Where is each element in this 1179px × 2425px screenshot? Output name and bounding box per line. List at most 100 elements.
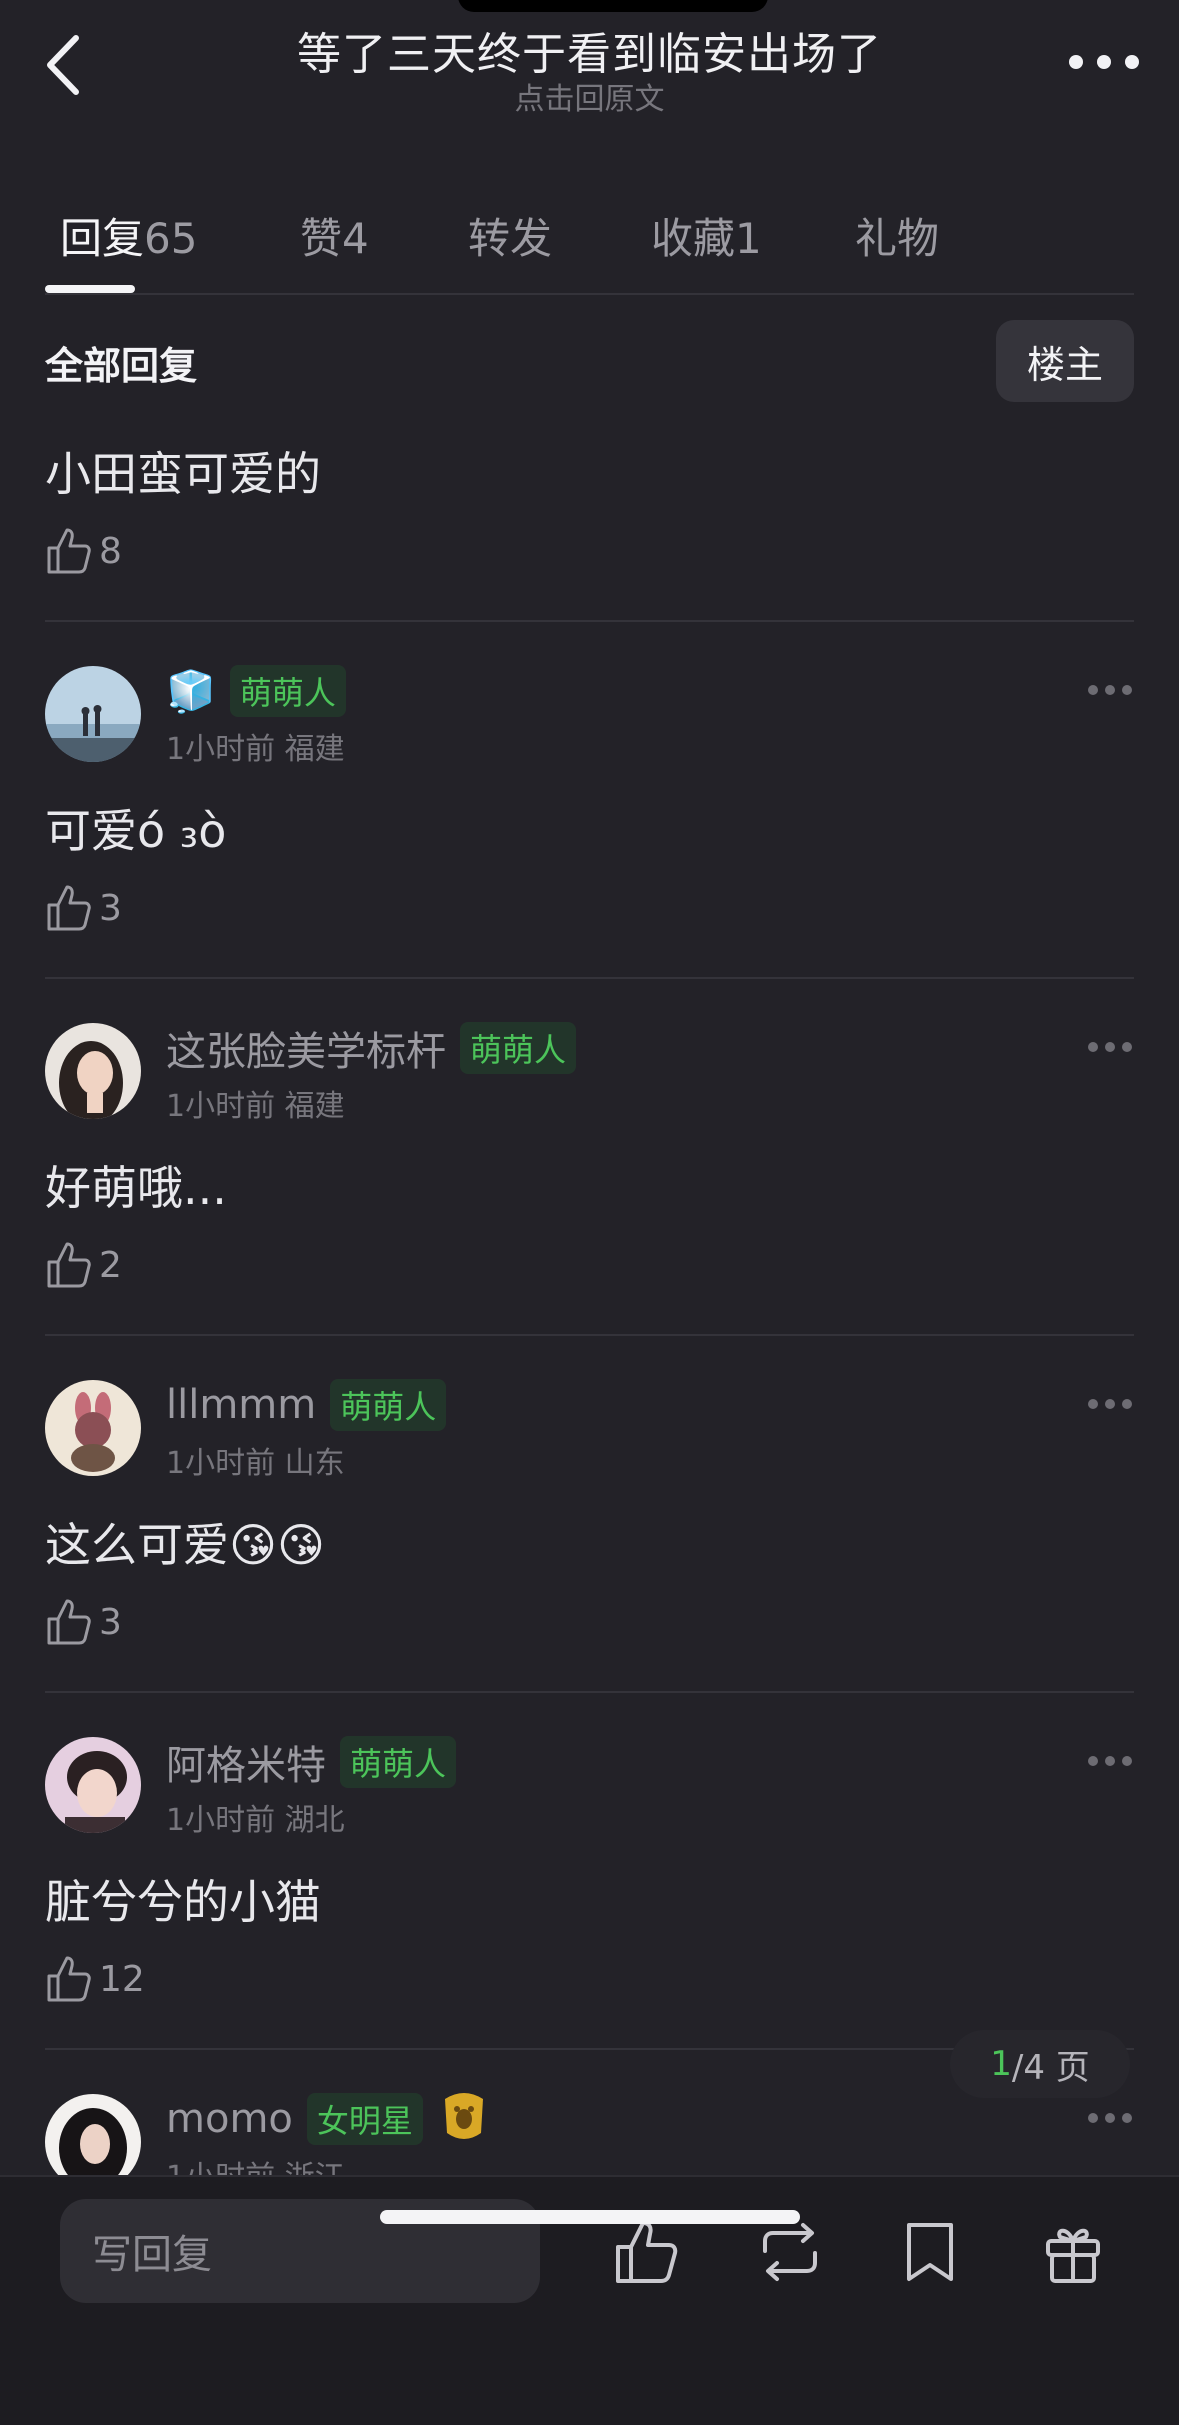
comment-meta: 1小时前 山东 bbox=[166, 1446, 345, 1481]
thumbs-up-icon bbox=[47, 528, 91, 574]
tab-gifts[interactable]: 礼物 bbox=[855, 205, 939, 266]
comment-text: 小田蛮可爱的 bbox=[45, 447, 321, 501]
more-icon-dot bbox=[1125, 55, 1139, 69]
favorite-button[interactable] bbox=[895, 2217, 965, 2287]
like-count: 3 bbox=[99, 1601, 122, 1643]
avatar-image bbox=[45, 1380, 141, 1476]
more-icon-dot bbox=[1105, 685, 1115, 695]
like-button[interactable]: 3 bbox=[45, 880, 122, 936]
username-row: 阿格米特 萌萌人 bbox=[166, 1733, 457, 1791]
comment-text: 脏兮兮的小猫 bbox=[45, 1875, 321, 1929]
divider bbox=[45, 977, 1134, 979]
comment-meta: 1小时前 福建 bbox=[166, 1089, 345, 1124]
comment-more-button[interactable] bbox=[1088, 684, 1132, 696]
username[interactable]: 🧊 bbox=[166, 668, 216, 715]
more-icon bbox=[1088, 2113, 1098, 2123]
more-icon-dot bbox=[1122, 1042, 1132, 1052]
comment-text: 这么可爱😘😘 bbox=[45, 1518, 325, 1572]
more-icon bbox=[1088, 1756, 1098, 1766]
tab-likes[interactable]: 赞4 bbox=[300, 205, 369, 266]
user-badge: 萌萌人 bbox=[229, 665, 346, 717]
user-badge: 萌萌人 bbox=[340, 1736, 457, 1788]
comment-more-button[interactable] bbox=[1088, 1041, 1132, 1053]
page-indicator[interactable]: 1/4 页 bbox=[950, 2030, 1130, 2098]
tab-replies[interactable]: 回复65 bbox=[60, 205, 197, 266]
tab-count: 4 bbox=[342, 214, 369, 263]
avatar-image bbox=[45, 1023, 141, 1119]
comment-text: 好萌哦... bbox=[45, 1161, 227, 1215]
avatar-image bbox=[45, 666, 141, 762]
gift-button[interactable] bbox=[1038, 2217, 1108, 2287]
like-count: 3 bbox=[99, 887, 122, 929]
comment-more-button[interactable] bbox=[1088, 1755, 1132, 1767]
tab-label: 转发 bbox=[468, 214, 553, 263]
active-tab-indicator bbox=[45, 285, 135, 293]
current-page: 1 bbox=[990, 2044, 1012, 2084]
more-icon-dot bbox=[1105, 1399, 1115, 1409]
user-badge: 萌萌人 bbox=[330, 1379, 447, 1431]
gift-icon bbox=[1046, 2228, 1100, 2283]
more-icon-dot bbox=[1122, 1399, 1132, 1409]
post-title[interactable]: 等了三天终于看到临安出场了 bbox=[0, 18, 1179, 82]
comment-meta: 1小时前 福建 bbox=[166, 732, 345, 767]
repost-icon bbox=[763, 2223, 817, 2281]
like-count: 12 bbox=[99, 1958, 145, 2000]
thumbs-up-icon bbox=[616, 2221, 678, 2283]
more-icon bbox=[1069, 55, 1083, 69]
like-button[interactable]: 2 bbox=[45, 1237, 122, 1293]
username-row: 这张脸美学标杆 萌萌人 bbox=[166, 1019, 577, 1077]
tab-label: 礼物 bbox=[855, 214, 940, 263]
username[interactable]: momo bbox=[166, 2096, 293, 2142]
username[interactable]: 阿格米特 bbox=[166, 1733, 326, 1791]
comment-more-button[interactable] bbox=[1088, 1398, 1132, 1410]
tab-reposts[interactable]: 转发 bbox=[468, 205, 552, 266]
thumbs-up-icon bbox=[47, 1242, 91, 1288]
tab-favorites[interactable]: 收藏1 bbox=[651, 205, 762, 266]
divider bbox=[45, 293, 1134, 295]
divider bbox=[45, 620, 1134, 622]
divider bbox=[45, 1691, 1134, 1693]
comment-meta: 1小时前 湖北 bbox=[166, 1803, 345, 1838]
comment-text: 可爱ó ₃ò bbox=[45, 804, 227, 858]
tab-label: 回复 bbox=[60, 214, 145, 263]
tab-label: 收藏 bbox=[651, 214, 736, 263]
home-indicator[interactable] bbox=[380, 2210, 800, 2224]
more-icon-dot bbox=[1097, 55, 1111, 69]
thumbs-up-icon bbox=[47, 1599, 91, 1645]
like-count: 8 bbox=[99, 530, 122, 572]
comment-more-button[interactable] bbox=[1088, 2112, 1132, 2124]
username-row: 🧊 萌萌人 bbox=[166, 665, 346, 717]
user-badge: 女明星 bbox=[306, 2093, 423, 2145]
reply-placeholder: 写回复 bbox=[92, 2232, 212, 2278]
more-icon-dot bbox=[1122, 2113, 1132, 2123]
more-icon-dot bbox=[1105, 1042, 1115, 1052]
avatar[interactable] bbox=[45, 1023, 141, 1119]
like-button[interactable]: 12 bbox=[45, 1951, 145, 2007]
avatar[interactable] bbox=[45, 1380, 141, 1476]
repost-button[interactable] bbox=[755, 2217, 825, 2287]
username-row: lllmmm 萌萌人 bbox=[166, 1379, 447, 1431]
owner-filter-button[interactable]: 楼主 bbox=[996, 320, 1134, 402]
more-icon-dot bbox=[1122, 1756, 1132, 1766]
more-icon-dot bbox=[1105, 1756, 1115, 1766]
thumbs-up-icon bbox=[47, 885, 91, 931]
username[interactable]: lllmmm bbox=[166, 1382, 316, 1428]
avatar[interactable] bbox=[45, 1737, 141, 1833]
tab-label: 赞 bbox=[300, 214, 343, 263]
top-navigation-bar: 等了三天终于看到临安出场了 点击回原文 bbox=[0, 0, 1179, 130]
username-row: momo 女明星 bbox=[166, 2093, 491, 2145]
section-title: 全部回复 bbox=[45, 344, 198, 388]
tab-count: 1 bbox=[735, 214, 762, 263]
like-button[interactable]: 3 bbox=[45, 1594, 122, 1650]
medal-icon bbox=[437, 2089, 491, 2149]
username[interactable]: 这张脸美学标杆 bbox=[166, 1019, 446, 1077]
like-button[interactable]: 8 bbox=[45, 523, 122, 579]
like-post-button[interactable] bbox=[612, 2217, 682, 2287]
back-to-original-link[interactable]: 点击回原文 bbox=[0, 74, 1179, 118]
more-icon-dot bbox=[1105, 2113, 1115, 2123]
avatar-image bbox=[45, 1737, 141, 1833]
more-options-button[interactable] bbox=[1069, 42, 1139, 82]
user-badge: 萌萌人 bbox=[460, 1022, 577, 1074]
bookmark-icon bbox=[907, 2223, 953, 2281]
avatar[interactable] bbox=[45, 666, 141, 762]
